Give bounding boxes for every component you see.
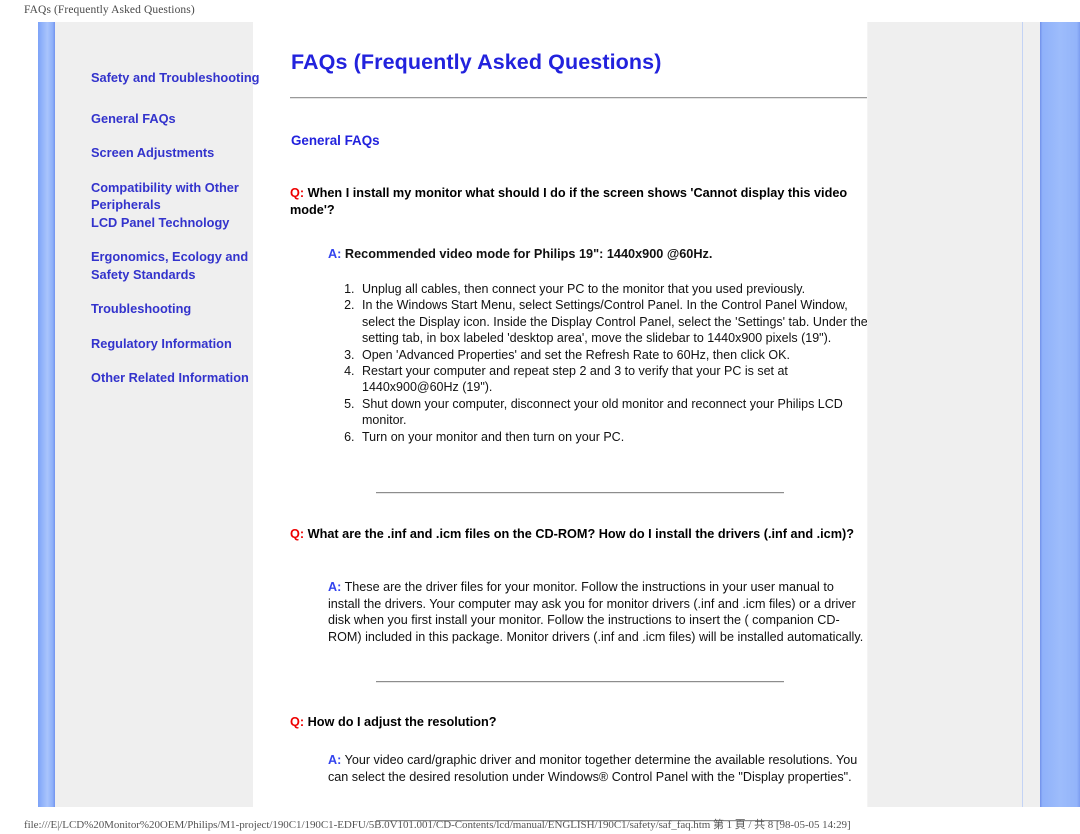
steps-ordered-list: Unplug all cables, then connect your PC …: [268, 281, 878, 445]
faq-answer-3-text: Your video card/graphic driver and monit…: [328, 753, 858, 784]
right-gutter-panel: [867, 22, 1041, 807]
answer-marker: A:: [328, 753, 342, 767]
sidebar-item-screen-adjustments[interactable]: Screen Adjustments: [91, 144, 267, 162]
sidebar: Safety and Troubleshooting General FAQs …: [55, 22, 260, 807]
right-gutter-divider: [1022, 22, 1023, 807]
faq-question-1-text: When I install my monitor what should I …: [290, 186, 848, 217]
faq-answer-block-1: A: Recommended video mode for Philips 19…: [268, 246, 868, 263]
question-marker: Q:: [290, 715, 305, 729]
faq-item-3: Q: How do I adjust the resolution?: [268, 714, 868, 731]
sidebar-item-other-related-information[interactable]: Other Related Information: [91, 369, 267, 387]
sidebar-item-safety-and-troubleshooting[interactable]: Safety and Troubleshooting: [91, 69, 267, 87]
document-frame: Safety and Troubleshooting General FAQs …: [22, 22, 1080, 822]
sidebar-item-regulatory-information[interactable]: Regulatory Information: [91, 335, 267, 353]
faq-steps-list-1: Unplug all cables, then connect your PC …: [268, 281, 868, 445]
list-item: Shut down your computer, disconnect your…: [358, 396, 878, 429]
faq-question-2-text: What are the .inf and .icm files on the …: [307, 527, 854, 541]
faq-divider-2: [376, 681, 784, 683]
faq-item-2: Q: What are the .inf and .icm files on t…: [268, 526, 868, 543]
sidebar-nav-list: Safety and Troubleshooting General FAQs …: [91, 69, 267, 387]
sidebar-item-troubleshooting[interactable]: Troubleshooting: [91, 300, 267, 318]
browser-page-header: FAQs (Frequently Asked Questions): [24, 4, 195, 16]
faq-answer-1-text: Recommended video mode for Philips 19": …: [344, 247, 713, 261]
faq-answer-block-2: A: These are the driver files for your m…: [268, 579, 868, 645]
faq-question-3: Q: How do I adjust the resolution?: [290, 714, 873, 731]
title-divider: [290, 97, 870, 99]
sidebar-item-lcd-panel-technology[interactable]: LCD Panel Technology: [91, 214, 267, 232]
question-marker: Q:: [290, 186, 305, 200]
faq-question-1: Q: When I install my monitor what should…: [290, 185, 873, 218]
list-item: Restart your computer and repeat step 2 …: [358, 363, 878, 396]
faq-answer-1: A: Recommended video mode for Philips 19…: [328, 246, 868, 263]
faq-question-3-text: How do I adjust the resolution?: [307, 715, 497, 729]
faq-answer-2-text: These are the driver files for your moni…: [328, 580, 864, 644]
sidebar-item-general-faqs[interactable]: General FAQs: [91, 110, 267, 128]
faq-answer-3: A: Your video card/graphic driver and mo…: [328, 752, 868, 785]
browser-page-footer: file:///E|/LCD%20Monitor%20OEM/Philips/M…: [24, 819, 851, 831]
section-heading-general-faqs: General FAQs: [291, 133, 380, 148]
faq-answer-block-3: A: Your video card/graphic driver and mo…: [268, 752, 868, 785]
page-title: FAQs (Frequently Asked Questions): [291, 50, 662, 74]
answer-marker: A:: [328, 580, 342, 594]
list-item: Turn on your monitor and then turn on yo…: [358, 429, 878, 445]
faq-divider-1: [376, 492, 784, 494]
faq-answer-2: A: These are the driver files for your m…: [328, 579, 868, 645]
list-item: Unplug all cables, then connect your PC …: [358, 281, 878, 297]
right-decorative-rail: [1040, 22, 1080, 807]
list-item: Open 'Advanced Properties' and set the R…: [358, 347, 878, 363]
left-decorative-rail: [38, 22, 55, 807]
answer-marker: A:: [328, 247, 342, 261]
faq-item-1: Q: When I install my monitor what should…: [268, 185, 868, 218]
question-marker: Q:: [290, 527, 305, 541]
main-content: FAQs (Frequently Asked Questions) Genera…: [268, 22, 870, 822]
sidebar-item-ergonomics-ecology-and-safety-standards[interactable]: Ergonomics, Ecology and Safety Standards: [91, 248, 267, 283]
list-item: In the Windows Start Menu, select Settin…: [358, 297, 878, 346]
sidebar-item-compatibility-with-other-peripherals[interactable]: Compatibility with Other Peripherals: [91, 179, 267, 214]
faq-question-2: Q: What are the .inf and .icm files on t…: [290, 526, 873, 543]
